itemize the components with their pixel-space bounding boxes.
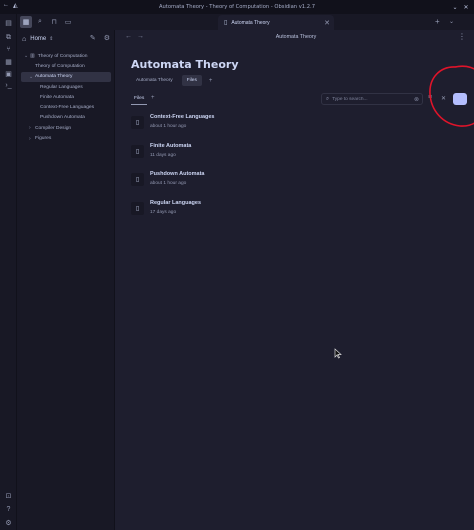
graph-icon[interactable]: ⑂ [3, 44, 14, 55]
file-icon: ▯ [131, 116, 144, 129]
page-title: Automata Theory [131, 58, 239, 71]
file-name[interactable]: Regular Languages [150, 200, 201, 206]
main-pane: ← → Automata Theory ⋮ Automata Theory Au… [118, 30, 474, 530]
file-explorer-icon[interactable]: ▦ [20, 16, 32, 28]
tree-item[interactable]: Theory of Computation [21, 61, 111, 71]
file-tree: ⌄ ▥ Theory of Computation Theory of Computa… [21, 51, 111, 144]
add-view-icon[interactable]: + [151, 95, 155, 101]
shuffle-icon[interactable]: ✕ [441, 95, 446, 102]
note-icon: ▯ [224, 20, 228, 26]
tree-item-label: Figures [35, 136, 52, 142]
vault-folder-icon: ▥ [30, 53, 35, 60]
search-icon: ⌕ [326, 95, 330, 102]
file-card[interactable]: ▯ Pushdown Automata about 1 hour ago [129, 169, 459, 198]
tree-item[interactable]: ⌄ ▥ Theory of Computation [21, 51, 111, 61]
clear-search-icon[interactable]: ⊗ [414, 96, 419, 103]
file-modified: about 1 hour ago [150, 124, 187, 129]
window-title: Automata Theory - Theory of Computation … [158, 4, 316, 10]
tree-item-label: Pushdown Automata [40, 115, 85, 121]
file-modified: 11 days ago [150, 152, 176, 158]
search-input[interactable] [332, 96, 413, 102]
tree-item-label: Automata Theory [35, 74, 73, 80]
chevron-down-icon[interactable]: ⌄ [24, 53, 28, 59]
search-box[interactable]: ⌕ ⊗ [321, 93, 423, 105]
file-modified: 17 days ago [150, 210, 177, 216]
chevron-right-icon[interactable]: › [29, 136, 31, 142]
tree-item[interactable]: ⌄ Automata Theory [21, 71, 111, 82]
settings-icon[interactable]: ⚙ [3, 517, 14, 528]
tree-item-label: Context-Free Languages [40, 105, 95, 111]
file-card[interactable]: ▯ Finite Automata 11 days ago [129, 141, 459, 170]
filter-icon[interactable]: ≡ [428, 94, 432, 101]
tree-item-label: Regular Languages [40, 84, 83, 90]
view-tab[interactable]: Files [181, 75, 202, 86]
sidebar-actions: ✎ ⚙ [90, 34, 110, 42]
new-note-icon[interactable]: ✎ [90, 35, 96, 42]
tree-item-label: Finite Automata [40, 94, 74, 100]
home-label: Home [30, 36, 47, 42]
tree-item[interactable]: Context-Free Languages [21, 102, 111, 112]
tree-item[interactable]: Pushdown Automata [21, 113, 111, 123]
obsidian-logo-icon: ◭ [13, 3, 18, 9]
files-view-tab[interactable]: Files [131, 93, 148, 105]
help-icon[interactable]: ? [3, 504, 14, 515]
mouse-cursor-icon [334, 348, 342, 359]
calendar-icon[interactable]: ▣ [3, 68, 14, 79]
file-modified: about 1 hour ago [150, 181, 187, 187]
title-bar: ← ◭ Automata Theory - Theory of Computat… [0, 0, 474, 14]
breadcrumb[interactable]: Automata Theory [118, 34, 474, 40]
files-toolbar: Files + ⌕ ⊗ ≡ ✕ [131, 93, 474, 105]
sidebar-settings-icon[interactable]: ⚙ [104, 35, 110, 42]
chevron-right-icon[interactable]: › [29, 125, 31, 131]
file-name[interactable]: Pushdown Automata [150, 171, 205, 177]
bookmark-icon[interactable]: ⊓ [48, 16, 60, 28]
file-explorer-sidebar: ⌂ Home ⇕ ✎ ⚙ ⌄ ▥ Theory of Computation Theo… [17, 30, 115, 530]
back-arrow-icon[interactable]: ← [3, 2, 9, 8]
close-tab-icon[interactable]: ✕ [324, 19, 330, 27]
chevron-down-icon[interactable]: ⌄ [29, 74, 33, 80]
file-name[interactable]: Context-Free Languages [150, 114, 214, 120]
close-window-icon[interactable]: ✕ [461, 2, 471, 12]
tree-item[interactable]: › Figures [21, 133, 111, 143]
search-icon[interactable]: ⌕ [34, 16, 46, 28]
add-tab-icon[interactable]: + [209, 78, 213, 84]
view-tab[interactable]: Automata Theory [131, 75, 178, 86]
home-header[interactable]: ⌂ Home ⇕ ✎ ⚙ [22, 33, 110, 45]
new-tab-icon[interactable]: + [435, 17, 440, 26]
tab-label: Automata Theory [231, 19, 270, 26]
home-icon: ⌂ [22, 35, 27, 43]
tree-item-label: Theory of Computation [35, 63, 85, 69]
minimize-icon[interactable]: ⌄ [450, 2, 460, 12]
file-card[interactable]: ▯ Context-Free Languages about 1 hour ago [129, 112, 459, 141]
tab-list-icon[interactable]: ⌄ [449, 18, 454, 25]
file-card[interactable]: ▯ Regular Languages 17 days ago [129, 198, 459, 227]
folder-icon[interactable]: ▭ [62, 16, 74, 28]
toggle-sidebar-icon[interactable]: ▤ [3, 17, 14, 28]
file-icon: ▯ [131, 202, 144, 216]
file-name[interactable]: Finite Automata [150, 143, 191, 149]
view-tabs: Automata Theory Files + [131, 75, 212, 86]
file-icon: ▯ [131, 173, 144, 187]
canvas-icon[interactable]: ▦ [3, 56, 14, 67]
files-icon[interactable]: ⧉ [3, 32, 14, 43]
tree-item[interactable]: Regular Languages [21, 82, 111, 92]
file-icon: ▯ [131, 144, 144, 158]
terminal-icon[interactable]: ›_ [3, 80, 14, 91]
chevron-updown-icon: ⇕ [49, 36, 54, 42]
tree-item-label: Compiler Design [35, 125, 72, 131]
tab-automata-theory[interactable]: ▯ Automata Theory ✕ [218, 15, 334, 30]
tree-item-label: Theory of Computation [37, 53, 88, 59]
vault-icon[interactable]: ⊡ [3, 490, 14, 501]
new-file-button[interactable] [453, 93, 467, 105]
view-header: ← → Automata Theory ⋮ [118, 30, 474, 45]
left-ribbon: ▤ ⧉ ⑂ ▦ ▣ ›_ ⊡ ? ⚙ [0, 14, 17, 530]
tree-item[interactable]: › Compiler Design [21, 123, 111, 133]
tree-item[interactable]: Finite Automata [21, 92, 111, 102]
file-list: ▯ Context-Free Languages about 1 hour ago ▯… [129, 112, 459, 227]
more-options-icon[interactable]: ⋮ [458, 32, 466, 41]
